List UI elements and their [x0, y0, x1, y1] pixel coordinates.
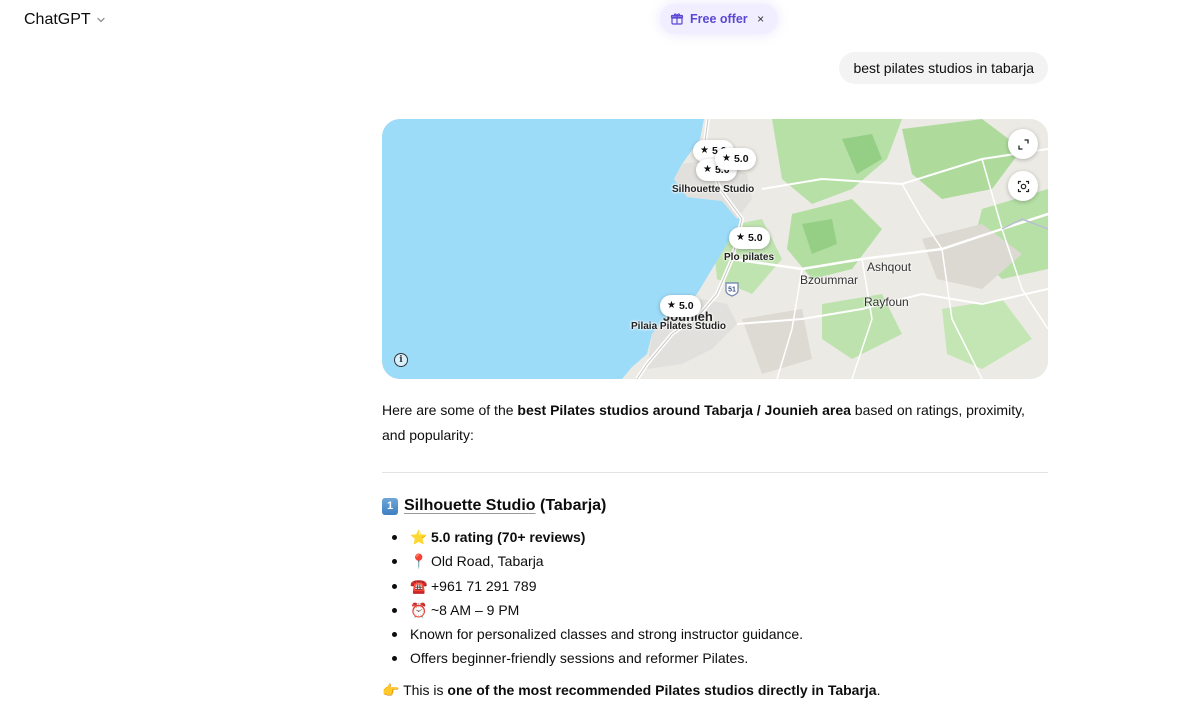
- map-pin[interactable]: ★5.0: [660, 295, 701, 317]
- star-icon: ★: [722, 153, 731, 164]
- list-item: ☎️ +961 71 291 789: [392, 574, 803, 598]
- place-label-pilaia: Pilaia Pilates Studio: [631, 321, 727, 332]
- rating-text: 5.0 rating (70+ reviews): [431, 529, 586, 545]
- studio-name-link[interactable]: Silhouette Studio: [404, 497, 536, 514]
- section-divider: [382, 472, 1048, 473]
- closing-note: 👉 This is one of the most recommended Pi…: [382, 678, 881, 702]
- expand-icon: [1017, 138, 1029, 150]
- pin-rating: 5.0: [733, 153, 749, 165]
- place-label-plo: Plo pilates: [724, 252, 775, 263]
- star-icon: ★: [667, 300, 676, 311]
- studio-location: (Tabarja): [535, 497, 607, 514]
- recenter-map-button[interactable]: [1008, 171, 1038, 201]
- list-item: 📍 Old Road, Tabarja: [392, 549, 803, 573]
- list-item: Known for personalized classes and stron…: [392, 622, 803, 646]
- star-icon: ★: [736, 232, 745, 243]
- fact-text: Offers beginner-friendly sessions and re…: [410, 650, 749, 667]
- list-item: ⭐ 5.0 rating (70+ reviews): [392, 525, 803, 549]
- star-icon: ★: [703, 164, 712, 175]
- road-shield-number: 51: [728, 287, 736, 294]
- address-text: Old Road, Tabarja: [431, 553, 544, 570]
- phone-emoji-icon: ☎️: [410, 577, 428, 594]
- locate-icon: [1017, 180, 1029, 192]
- fact-text: Known for personalized classes and stron…: [410, 626, 803, 643]
- map-pin[interactable]: ★5.0: [715, 148, 756, 170]
- user-message-bubble: best pilates studios in tabarja: [839, 52, 1048, 84]
- star-icon: ★: [700, 145, 709, 156]
- chevron-down-icon: [97, 17, 105, 23]
- pin-emoji-icon: 📍: [410, 553, 428, 570]
- closing-text: This is: [399, 682, 448, 698]
- phone-text: +961 71 291 789: [431, 577, 537, 594]
- town-label-bzoummar: Bzoummar: [800, 273, 859, 287]
- pin-rating: 5.0: [678, 300, 694, 312]
- alarm-clock-emoji-icon: ⏰: [410, 601, 428, 618]
- model-switcher[interactable]: ChatGPT: [16, 6, 115, 34]
- close-offer-icon[interactable]: ×: [754, 12, 768, 26]
- town-label-ashqout: Ashqout: [867, 260, 912, 274]
- studio-heading: 1 Silhouette Studio (Tabarja): [382, 497, 606, 515]
- free-offer-label: Free offer: [690, 12, 748, 26]
- map-pin[interactable]: ★5.0: [729, 227, 770, 249]
- gift-icon: [670, 13, 684, 25]
- star-emoji-icon: ⭐: [410, 529, 428, 545]
- road-shield-icon: 51: [725, 282, 739, 297]
- hours-text: ~8 AM – 9 PM: [431, 601, 520, 618]
- place-label-silhouette: Silhouette Studio: [672, 184, 755, 195]
- pointing-hand-emoji-icon: 👉: [382, 682, 400, 698]
- studio-facts-list: ⭐ 5.0 rating (70+ reviews) 📍 Old Road, Tab…: [392, 525, 803, 671]
- model-name: ChatGPT: [24, 11, 91, 28]
- closing-bold-text: one of the most recommended Pilates stud…: [447, 682, 877, 698]
- response-intro: Here are some of the best Pilates studio…: [382, 398, 1048, 448]
- free-offer-pill[interactable]: Free offer ×: [660, 4, 778, 34]
- town-label-rayfoun: Rayfoun: [864, 295, 909, 309]
- pin-rating: 5.0: [747, 232, 763, 244]
- number-one-badge-icon: 1: [382, 497, 398, 515]
- intro-bold-text: best Pilates studios around Tabarja / Jo…: [517, 402, 851, 418]
- list-item: ⏰ ~8 AM – 9 PM: [392, 598, 803, 622]
- list-item: Offers beginner-friendly sessions and re…: [392, 646, 803, 670]
- closing-text-end: .: [876, 682, 881, 698]
- map-widget[interactable]: ★5.0 ★5.0 ★5.0 Silhouette Studio ★5.0 Pl…: [382, 119, 1048, 379]
- intro-text: Here are some of the: [382, 402, 518, 418]
- map-info-icon[interactable]: i: [394, 353, 408, 367]
- expand-map-button[interactable]: [1008, 129, 1038, 159]
